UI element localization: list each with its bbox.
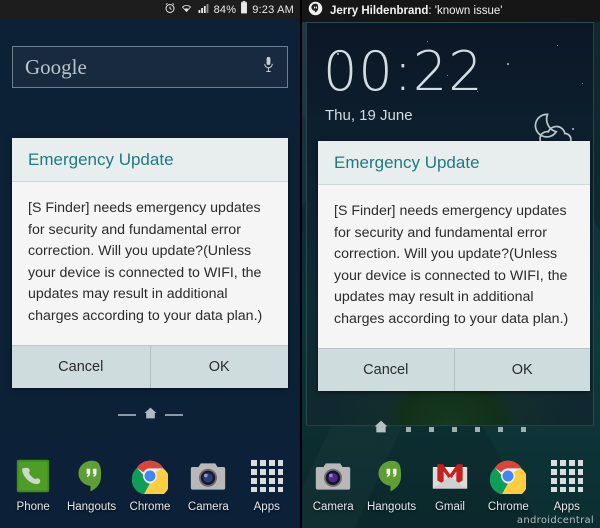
left-emergency-update-dialog: Emergency Update [S Finder] needs emerge… (12, 138, 289, 389)
ok-button[interactable]: OK (455, 349, 591, 391)
camera-icon (180, 455, 236, 497)
dock-app-label: Chrome (487, 501, 529, 513)
notification-sender: Jerry Hildenbrand (330, 5, 429, 17)
page-dot[interactable] (498, 426, 503, 432)
dialog-header: Emergency Update (318, 141, 590, 185)
dock-app-label: Apps (553, 501, 580, 513)
notification-message: : 'known issue' (428, 5, 503, 17)
dock-app-camera[interactable]: Camera (180, 455, 236, 513)
right-emergency-update-dialog: Emergency Update [S Finder] needs emerge… (318, 141, 591, 392)
cancel-button[interactable]: Cancel (12, 346, 150, 388)
dialog-actions: Cancel OK (318, 348, 591, 392)
dock-app-label: Gmail (434, 501, 465, 513)
chrome-icon (122, 455, 178, 497)
dock-app-camera[interactable]: Camera (305, 455, 361, 513)
chrome-icon (480, 455, 536, 497)
notification-text: Jerry Hildenbrand: 'known issue' (330, 5, 503, 17)
dialog-body-text: [S Finder] needs emergency updates for s… (318, 185, 590, 349)
dock-app-label: Apps (253, 501, 280, 513)
dock-app-label: Camera (312, 501, 354, 513)
dialog-title: Emergency Update (334, 153, 480, 172)
battery-percent: 84% (213, 4, 237, 16)
google-search-label: Google (25, 54, 87, 79)
page-dash[interactable] (164, 414, 183, 416)
dock-app-label: Chrome (129, 501, 171, 513)
dock-app-chrome[interactable]: Chrome (122, 455, 178, 513)
google-search-widget[interactable]: Google (12, 46, 288, 88)
dock-app-label: Hangouts (366, 501, 417, 513)
dock-app-apps[interactable]: Apps (239, 455, 295, 513)
battery-icon (240, 1, 248, 19)
dialog-title: Emergency Update (28, 150, 174, 169)
dock-app-gmail[interactable]: Gmail (422, 455, 478, 513)
apps-grid-icon (239, 455, 295, 497)
dock-app-hangouts[interactable]: Hangouts (364, 455, 420, 513)
dialog-actions: Cancel OK (12, 345, 289, 389)
wifi-icon (180, 1, 193, 19)
apps-grid-icon (539, 455, 595, 497)
left-status-bar: 84% 9:23 AM (0, 0, 300, 20)
right-notification-bar[interactable]: Jerry Hildenbrand: 'known issue' (300, 0, 600, 22)
status-bar-clock: 9:23 AM (252, 4, 294, 16)
dialog-body-text: [S Finder] needs emergency updates for s… (12, 182, 288, 346)
right-page-indicator (300, 420, 600, 438)
phone-icon (5, 455, 61, 497)
dock-app-hangouts[interactable]: Hangouts (64, 455, 120, 513)
cancel-button[interactable]: Cancel (318, 349, 454, 391)
dock-app-apps[interactable]: Apps (539, 455, 595, 513)
dock-app-label: Hangouts (66, 501, 117, 513)
left-page-indicator (0, 406, 300, 424)
lockscreen-time: 00:22 (323, 40, 484, 103)
page-dash[interactable] (117, 414, 136, 416)
page-dot[interactable] (521, 426, 526, 432)
androidcentral-watermark: androidcentral (516, 515, 594, 526)
dock-app-label: Phone (16, 501, 50, 513)
hangouts-icon (64, 455, 120, 497)
camera-icon (305, 455, 361, 497)
page-dot[interactable] (429, 426, 434, 432)
gmail-icon (422, 455, 478, 497)
microphone-icon[interactable] (262, 55, 275, 80)
home-icon[interactable] (374, 420, 388, 438)
home-icon[interactable] (144, 406, 157, 424)
right-phone-screen: Jerry Hildenbrand: 'known issue' 00:22 T… (300, 0, 600, 528)
page-dot[interactable] (452, 426, 457, 432)
ok-button[interactable]: OK (151, 346, 289, 388)
alarm-clock-icon (164, 1, 176, 19)
dock-app-chrome[interactable]: Chrome (480, 455, 536, 513)
dock-app-phone[interactable]: Phone (5, 455, 61, 513)
page-dot[interactable] (406, 426, 411, 432)
left-dock: Phone Hangouts Chrome Camera Apps (0, 440, 300, 528)
page-dot[interactable] (475, 426, 480, 432)
comparison-screenshot: 84% 9:23 AM Google Emergency Update [S F… (0, 0, 600, 528)
lockscreen-date: Thu, 19 June (325, 107, 413, 124)
dock-app-label: Camera (187, 501, 229, 513)
signal-bars-icon (197, 1, 210, 19)
hangouts-icon (364, 455, 420, 497)
hangouts-icon (308, 1, 323, 21)
dialog-header: Emergency Update (12, 138, 288, 182)
phone-divider (300, 0, 302, 528)
left-phone-screen: 84% 9:23 AM Google Emergency Update [S F… (0, 0, 300, 528)
